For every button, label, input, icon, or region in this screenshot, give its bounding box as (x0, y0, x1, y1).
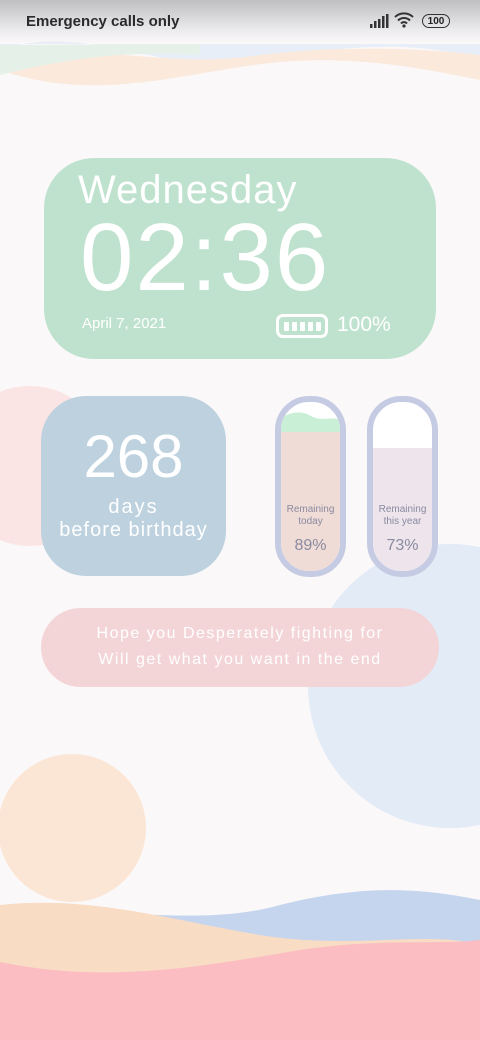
remaining-year-label: Remaining this year (378, 504, 427, 527)
birthday-label: before birthday (59, 519, 208, 541)
birthday-days-unit: days (108, 496, 159, 518)
clock-battery-percent: 100% (337, 313, 391, 336)
birthday-days-count: 268 (83, 423, 184, 490)
battery-icon (276, 314, 328, 338)
quote-line-1: Hope you Desperately fighting for (96, 625, 384, 642)
signal-icon (370, 14, 389, 28)
wifi-icon (394, 12, 414, 28)
battery-icon: 100 (422, 14, 450, 28)
remaining-today-label: Remaining today (286, 504, 335, 527)
carrier-text: Emergency calls only (26, 13, 180, 30)
remaining-year-value: 73% (386, 537, 419, 554)
quote-line-2: Will get what you want in the end (98, 651, 382, 668)
wave-decoration (281, 412, 340, 432)
quote-widget[interactable] (41, 608, 439, 687)
battery-level-text: 100 (427, 16, 445, 27)
clock-time: 02:36 (80, 204, 331, 311)
clock-date: April 7, 2021 (82, 315, 167, 332)
remaining-today-value: 89% (294, 537, 327, 554)
